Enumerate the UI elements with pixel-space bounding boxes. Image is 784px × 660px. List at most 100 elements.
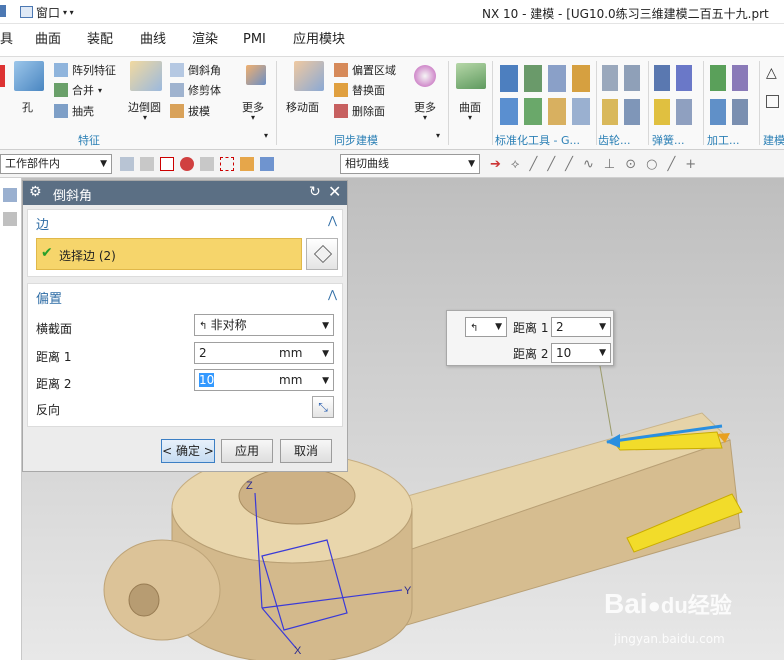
std-tool-icon[interactable] bbox=[572, 65, 590, 92]
snap-point-icon[interactable] bbox=[180, 157, 194, 171]
select-edge-row[interactable]: ✔ 选择边 (2) bbox=[36, 238, 302, 270]
draft-icon bbox=[170, 104, 184, 118]
trim-body-button[interactable]: 修剪体 bbox=[170, 81, 221, 99]
gear-icon[interactable] bbox=[624, 99, 640, 125]
intersection-icon[interactable]: ⊥ bbox=[604, 157, 615, 172]
std-tool-icon[interactable] bbox=[548, 65, 566, 92]
move-face-button[interactable]: 移动面 bbox=[286, 61, 332, 121]
triangle-icon[interactable]: △ bbox=[766, 65, 777, 81]
surface-button[interactable]: 曲面 ▾ bbox=[454, 61, 488, 122]
gear-icon[interactable] bbox=[602, 99, 618, 125]
std-tool-icon[interactable] bbox=[524, 65, 542, 92]
ok-button[interactable]: < 确定 > bbox=[161, 439, 215, 463]
std-tool-icon[interactable] bbox=[548, 98, 566, 125]
watermark-url: jingyan.baidu.com bbox=[614, 632, 725, 646]
collapse-icon[interactable]: ⋀ bbox=[328, 288, 337, 301]
more-features-button[interactable]: 更多 ▾ bbox=[240, 61, 270, 122]
stop-icon[interactable]: ⟡ bbox=[511, 157, 520, 172]
std-tool-icon-grid[interactable] bbox=[500, 65, 596, 125]
cross-section-select[interactable]: ↰ 非对称 ▼ bbox=[194, 314, 334, 336]
wave-icon[interactable]: ∿ bbox=[583, 157, 594, 172]
menu-tools[interactable]: 具 bbox=[0, 24, 13, 56]
machining-tool-icons[interactable] bbox=[710, 65, 754, 125]
axis-label-x: X bbox=[294, 645, 302, 657]
separator bbox=[596, 61, 597, 145]
point-icon[interactable]: + bbox=[685, 157, 696, 172]
line-icon[interactable]: ╱ bbox=[667, 157, 675, 172]
cube-icon[interactable] bbox=[240, 157, 254, 171]
std-tool-icon[interactable] bbox=[500, 65, 518, 92]
rectangle-select-icon[interactable] bbox=[220, 157, 234, 171]
delete-face-button[interactable]: 删除面 bbox=[334, 102, 385, 120]
pattern-feature-button[interactable]: 阵列特征 bbox=[54, 61, 116, 79]
curve-rule-select[interactable]: 相切曲线 ▼ bbox=[340, 154, 480, 174]
std-tool-icon[interactable] bbox=[572, 98, 590, 125]
menu-surface[interactable]: 曲面 bbox=[35, 24, 61, 56]
menu-app-modules[interactable]: 应用模块 bbox=[293, 24, 345, 56]
line-icon[interactable]: ╱ bbox=[547, 157, 555, 172]
spring-icon[interactable] bbox=[654, 65, 670, 91]
spring-icon[interactable] bbox=[676, 99, 692, 125]
navigator-icon[interactable] bbox=[3, 212, 17, 226]
chamfer-button[interactable]: 倒斜角 bbox=[170, 61, 221, 79]
dialog-title-bar[interactable]: ⚙ 倒斜角 ↻ ✕ bbox=[23, 181, 347, 205]
gear-icon[interactable] bbox=[602, 65, 618, 91]
popup-distance1-input[interactable]: 2 ▼ bbox=[551, 317, 611, 337]
menu-render[interactable]: 渲染 bbox=[192, 24, 218, 56]
std-tool-icon[interactable] bbox=[524, 98, 542, 125]
cancel-button[interactable]: 取消 bbox=[280, 439, 332, 463]
distance1-input[interactable]: 2 mm ▼ bbox=[194, 342, 334, 364]
distance2-input[interactable]: 10 mm ▼ bbox=[194, 369, 334, 391]
select-icon[interactable] bbox=[160, 157, 174, 171]
machining-icon[interactable] bbox=[710, 99, 726, 125]
close-icon[interactable]: ✕ bbox=[328, 182, 341, 201]
cross-section-mini-select[interactable]: ↰ ▼ bbox=[465, 317, 507, 337]
menu-pmi[interactable]: PMI bbox=[243, 24, 266, 56]
collapse-icon[interactable]: ⋀ bbox=[328, 214, 337, 227]
app-icon[interactable] bbox=[0, 5, 6, 17]
more-sync-button[interactable]: 更多 ▾ bbox=[410, 61, 440, 122]
hole-button[interactable]: 孔 bbox=[12, 61, 46, 117]
machining-icon[interactable] bbox=[710, 65, 726, 91]
curve-snap-icons[interactable]: ➔ ⟡ ╱ ╱ ╱ ∿ ⊥ ⊙ ○ ╱ + bbox=[490, 155, 782, 173]
spring-icon[interactable] bbox=[654, 99, 670, 125]
popup-distance2-input[interactable]: 10 ▼ bbox=[551, 343, 611, 363]
body-icon[interactable] bbox=[260, 157, 274, 171]
group-expand-icon[interactable]: ▾ bbox=[436, 131, 440, 140]
menu-assembly[interactable]: 装配 bbox=[87, 24, 113, 56]
filter-icon[interactable] bbox=[120, 157, 134, 171]
navigator-icon[interactable] bbox=[3, 188, 17, 202]
offset-region-button[interactable]: 偏置区域 bbox=[334, 61, 396, 79]
circle-icon[interactable]: ○ bbox=[646, 157, 657, 172]
window-menu[interactable]: 窗口 ▾ ▾ bbox=[20, 4, 74, 20]
reset-icon[interactable]: ↻ bbox=[309, 184, 321, 200]
shell-button[interactable]: 抽壳 bbox=[54, 102, 94, 120]
combine-button[interactable]: 合并 ▾ bbox=[54, 81, 102, 99]
select-edge-button[interactable] bbox=[306, 238, 338, 270]
combine-icon bbox=[54, 83, 68, 97]
draft-button[interactable]: 拔模 bbox=[170, 102, 210, 120]
edge-blend-button[interactable]: 边倒圆 ▾ bbox=[126, 61, 166, 122]
circle-center-icon[interactable]: ⊙ bbox=[625, 157, 636, 172]
machining-icon[interactable] bbox=[732, 99, 748, 125]
line-icon[interactable]: ╱ bbox=[565, 157, 573, 172]
arrow-right-icon[interactable]: ➔ bbox=[490, 157, 501, 172]
sheet-icon[interactable] bbox=[766, 95, 779, 108]
machining-icon[interactable] bbox=[732, 65, 748, 91]
snap-icon[interactable] bbox=[140, 157, 154, 171]
snap-icons[interactable] bbox=[120, 156, 334, 172]
replace-face-button[interactable]: 替换面 bbox=[334, 81, 385, 99]
gear-tool-icons[interactable] bbox=[602, 65, 642, 125]
selection-scope-select[interactable]: 工作部件内 ▼ bbox=[0, 154, 112, 174]
gear-icon[interactable] bbox=[624, 65, 640, 91]
apply-button[interactable]: 应用 bbox=[221, 439, 273, 463]
group-expand-icon[interactable]: ▾ bbox=[264, 131, 268, 140]
menu-curve[interactable]: 曲线 bbox=[140, 24, 166, 56]
spring-icon[interactable] bbox=[676, 65, 692, 91]
snap-icon[interactable] bbox=[200, 157, 214, 171]
spring-tool-icons[interactable] bbox=[654, 65, 694, 125]
std-tool-icon[interactable] bbox=[500, 98, 518, 125]
line-icon[interactable]: ╱ bbox=[530, 157, 538, 172]
chevron-down-icon: ▾ bbox=[468, 113, 473, 122]
reverse-direction-button[interactable]: ⤡ bbox=[312, 396, 334, 418]
